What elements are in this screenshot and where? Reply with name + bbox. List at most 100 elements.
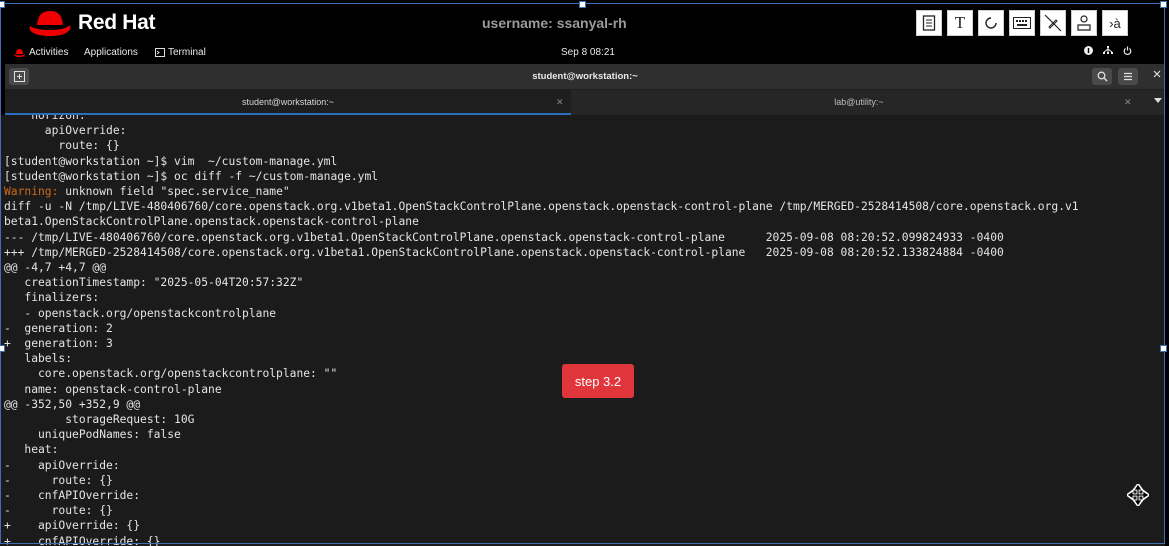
terminal-line: [student@workstation ~]$ oc diff -f ~/cu…: [4, 169, 378, 184]
activities-label: Activities: [29, 47, 69, 58]
system-tray[interactable]: [1084, 46, 1132, 55]
tab-lab-utility[interactable]: lab@utility:~ ✕: [573, 90, 1145, 115]
brand-name: Red Hat: [78, 11, 156, 34]
tab-close-icon[interactable]: ✕: [1124, 90, 1132, 115]
terminal-line: diff -u -N /tmp/LIVE-480406760/core.open…: [4, 199, 1079, 214]
tab-label: lab@utility:~: [834, 97, 884, 107]
resize-handle[interactable]: [579, 1, 586, 8]
terminal-line: beta1.OpenStackControlPlane.openstack.op…: [4, 214, 419, 229]
upload-person-icon[interactable]: [1071, 10, 1097, 36]
terminal-line-text: - cnfAPIOverride:: [4, 489, 141, 502]
terminal-line: storageRequest: 10G: [4, 412, 194, 427]
resize-handle[interactable]: [1160, 345, 1167, 352]
power-icon: [1123, 46, 1132, 55]
window-title: student@workstation:~: [532, 71, 638, 82]
tabs-dropdown-icon[interactable]: [1154, 98, 1162, 103]
terminal-line: @@ -352,50 +352,9 @@: [4, 397, 140, 412]
terminal-line: - apiOverride:: [4, 458, 120, 473]
red-hat-logo-icon: [29, 11, 71, 36]
terminal-line: finalizers:: [4, 290, 99, 305]
red-hat-small-icon: [14, 48, 25, 57]
text-tool-icon[interactable]: T: [947, 10, 973, 36]
toolbar: T ›à: [916, 10, 1128, 36]
terminal-line: [student@workstation ~]$ vim ~/custom-ma…: [4, 154, 337, 169]
terminal-line-text: heat:: [4, 443, 59, 457]
terminal-line-text: + generation: 3: [4, 337, 113, 350]
terminal-line-text: - openstack.org/openstackcontrolplane: [4, 306, 277, 320]
refresh-icon[interactable]: [978, 10, 1004, 36]
search-button[interactable]: [1092, 68, 1112, 85]
resize-handle[interactable]: [1160, 1, 1167, 8]
activities-button[interactable]: Activities: [14, 47, 68, 58]
notes-icon[interactable]: [916, 10, 942, 36]
move-cursor-icon: [1127, 484, 1149, 506]
terminal-line-text: horizon:: [4, 115, 86, 122]
terminal-tabs: student@workstation:~ ✕ lab@utility:~ ✕: [5, 90, 1165, 115]
terminal-output[interactable]: horizon: apiOverride: route: {} [student@…: [0, 115, 1165, 546]
terminal-line: - generation: 2: [4, 321, 113, 336]
terminal-line: + generation: 3: [4, 336, 113, 351]
tab-label: student@workstation:~: [242, 97, 334, 107]
accessibility-icon: [1084, 46, 1093, 55]
terminal-line-text: diff -u -N /tmp/LIVE-480406760/core.open…: [4, 200, 1079, 214]
resize-handle[interactable]: [0, 345, 5, 352]
username-label: username: ssanyal-rh: [482, 15, 627, 31]
terminal-line: - openstack.org/openstackcontrolplane: [4, 306, 276, 321]
terminal-line: - cnfAPIOverride:: [4, 488, 140, 503]
applications-menu[interactable]: Applications: [84, 47, 138, 58]
terminal-line: labels:: [4, 351, 72, 366]
menu-button[interactable]: [1118, 68, 1138, 85]
terminal-line-text: route: {}: [4, 139, 120, 153]
terminal-line-text: + cnfAPIOverride: {}: [4, 534, 161, 546]
keyboard-icon[interactable]: [1009, 10, 1035, 36]
terminal-line: core.openstack.org/openstackcontrolplane…: [4, 366, 337, 381]
clock[interactable]: Sep 8 08:21: [561, 47, 615, 58]
terminal-line: +++ /tmp/MERGED-2528414508/core.openstac…: [4, 245, 1004, 260]
terminal-window-header: student@workstation:~: [5, 64, 1165, 90]
terminal-line-text: uniquePodNames: false: [4, 428, 181, 442]
terminal-label: Terminal: [168, 47, 206, 58]
resize-handle[interactable]: [0, 1, 5, 8]
terminal-line: - route: {}: [4, 473, 113, 488]
terminal-line-text: apiOverride:: [4, 124, 127, 138]
terminal-line-text: - route: {}: [4, 504, 113, 518]
terminal-line-text: labels:: [4, 352, 73, 366]
close-icon: [1153, 70, 1161, 78]
terminal-app-menu[interactable]: Terminal: [155, 47, 206, 58]
terminal-line: + cnfAPIOverride: {}: [4, 534, 160, 546]
terminal-line: route: {}: [4, 138, 120, 153]
terminal-line: @@ -4,7 +4,7 @@: [4, 260, 106, 275]
terminal-line: - route: {}: [4, 503, 113, 518]
tab-student-workstation[interactable]: student@workstation:~ ✕: [5, 90, 571, 115]
terminal-icon: [155, 48, 165, 57]
warning-label: Warning:: [4, 185, 59, 198]
terminal-line: uniquePodNames: false: [4, 427, 181, 442]
terminal-line: creationTimestamp: "2025-05-04T20:57:32Z…: [4, 275, 303, 290]
terminal-line-text: - route: {}: [4, 473, 113, 487]
terminal-line-text: finalizers:: [4, 291, 100, 305]
terminal-line: name: openstack-control-plane: [4, 382, 222, 397]
terminal-line-text: name: openstack-control-plane: [4, 382, 222, 396]
gnome-top-panel: Activities Applications Terminal Sep 8 0…: [0, 44, 1169, 62]
slashed-pen-icon[interactable]: [1040, 10, 1066, 36]
hamburger-menu-icon: [1124, 72, 1132, 81]
accent-input-icon[interactable]: ›à: [1102, 10, 1128, 36]
terminal-line-text: storageRequest: 10G: [4, 413, 195, 426]
terminal-line: heat:: [4, 442, 58, 457]
tab-close-icon[interactable]: ✕: [556, 90, 564, 115]
terminal-line-text: - apiOverride:: [4, 458, 120, 472]
step-badge: step 3.2: [562, 364, 634, 398]
terminal-line-text: [student@workstation ~]$ vim ~/custom-ma…: [4, 154, 338, 168]
terminal-line-text: creationTimestamp: "2025-05-04T20:57:32Z…: [4, 276, 304, 290]
terminal-line-text: beta1.OpenStackControlPlane.openstack.op…: [4, 215, 419, 229]
terminal-line-text: unknown field "spec.service_name": [58, 185, 290, 198]
close-window-button[interactable]: [1153, 69, 1161, 81]
terminal-line-text: --- /tmp/LIVE-480406760/core.openstack.o…: [4, 230, 1004, 244]
terminal-line-text: [student@workstation ~]$ oc diff -f ~/cu…: [4, 169, 379, 183]
terminal-line-text: @@ -4,7 +4,7 @@: [4, 261, 107, 274]
terminal-line-text: + apiOverride: {}: [4, 519, 141, 533]
terminal-line-text: @@ -352,50 +352,9 @@: [4, 397, 141, 411]
terminal-line-text: - generation: 2: [4, 321, 113, 335]
terminal-line: --- /tmp/LIVE-480406760/core.openstack.o…: [4, 230, 1004, 245]
terminal-line: Warning: unknown field "spec.service_nam…: [4, 184, 290, 199]
